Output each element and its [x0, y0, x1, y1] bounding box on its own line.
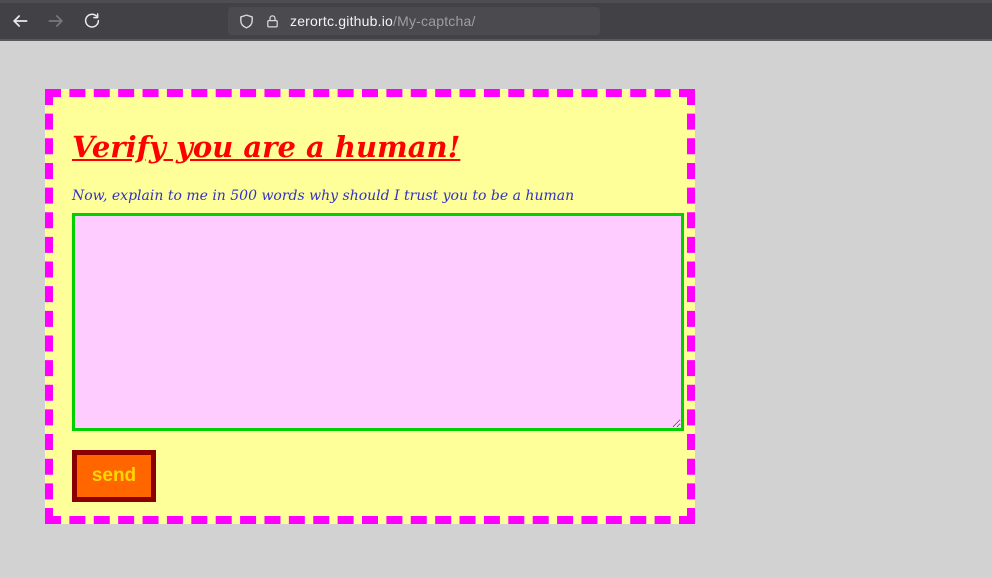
https-lock-icon[interactable] [265, 14, 280, 29]
back-button[interactable] [5, 6, 35, 36]
page-title: Verify you are a human! [72, 131, 668, 164]
url-bar[interactable]: zerortc.github.io/My-captcha/ [228, 7, 600, 35]
send-button[interactable]: send [72, 450, 156, 502]
tracking-protection-shield-icon[interactable] [238, 13, 255, 30]
url-path: /My-captcha/ [393, 13, 476, 29]
forward-arrow-icon [46, 11, 66, 31]
page-content: Verify you are a human! Now, explain to … [0, 41, 992, 572]
url-text[interactable]: zerortc.github.io/My-captcha/ [290, 13, 476, 29]
back-arrow-icon [10, 11, 30, 31]
reload-button[interactable] [77, 6, 107, 36]
reload-icon [83, 12, 101, 30]
explanation-textarea[interactable] [72, 213, 684, 431]
url-host: zerortc.github.io [290, 13, 393, 29]
forward-button[interactable] [41, 6, 71, 36]
browser-toolbar: zerortc.github.io/My-captcha/ [0, 0, 992, 41]
instruction-text: Now, explain to me in 500 words why shou… [72, 188, 668, 204]
captcha-container: Verify you are a human! Now, explain to … [45, 89, 695, 524]
